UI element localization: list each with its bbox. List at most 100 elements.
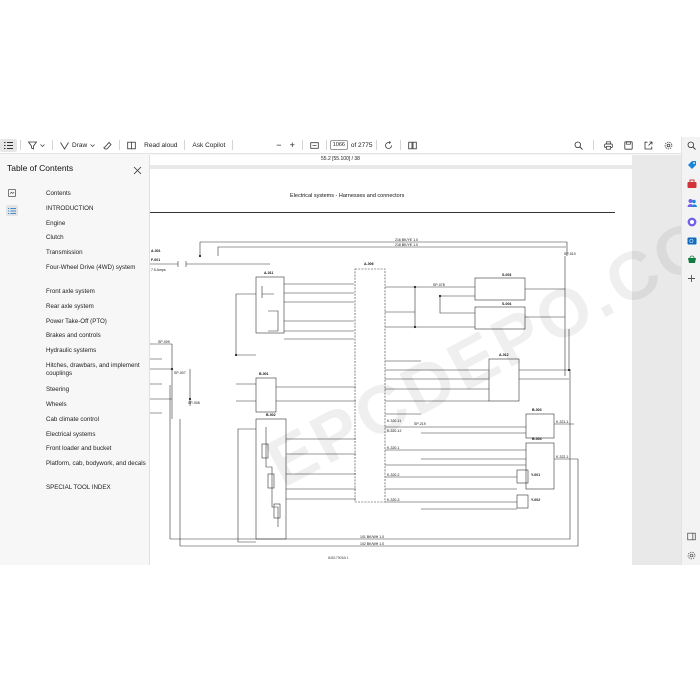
filter-button[interactable] (24, 139, 49, 152)
toc-title: Table of Contents (7, 163, 74, 173)
toolbar: Draw Read aloud Ask Copilot − + 1066 of … (0, 137, 681, 154)
read-aloud-label: Read aloud (144, 141, 178, 149)
splice-label: SP-007 (174, 371, 186, 375)
wire-label: 218 BK/YE 1.0 (395, 243, 418, 247)
toc-item[interactable]: INTRODUCTION (46, 205, 146, 213)
browser-sidebar: O (681, 137, 700, 565)
zoom-out-button[interactable]: − (272, 139, 285, 152)
toc-item[interactable]: Transmission (46, 249, 146, 257)
book-icon (127, 141, 136, 150)
fuse-rating: 7.5 Amps (151, 268, 166, 272)
toc-item[interactable]: Platform, cab, bodywork, and decals (46, 460, 146, 468)
previous-page-reference: 55.2 [55.100] / 38 (321, 156, 360, 162)
page-total: of 2775 (350, 141, 373, 149)
rotate-button[interactable] (380, 139, 397, 152)
people-icon[interactable] (686, 197, 697, 208)
toc-item[interactable]: SPECIAL TOOL INDEX (46, 484, 146, 492)
list-icon (8, 207, 16, 214)
page-number-input[interactable]: 1066 (329, 140, 348, 150)
component-label: A-006 (364, 262, 374, 266)
toc-item[interactable]: Wheels (46, 401, 146, 409)
fit-page-button[interactable] (306, 139, 323, 152)
toc-item[interactable]: Hydraulic systems (46, 347, 146, 355)
gear-icon[interactable] (686, 550, 697, 561)
toolbar-divider (593, 140, 594, 150)
gear-icon (664, 141, 673, 150)
toc-item[interactable]: Contents (46, 190, 146, 198)
print-button[interactable] (600, 139, 617, 152)
toc-item[interactable]: Engine (46, 220, 146, 228)
component-label: B-001 (259, 372, 269, 376)
ask-copilot-label: Ask Copilot (192, 141, 226, 149)
toolbar-divider (325, 140, 327, 150)
pen-icon (60, 141, 69, 150)
draw-label: Draw (72, 141, 88, 149)
copilot-icon[interactable] (686, 216, 697, 227)
plus-icon[interactable] (686, 273, 697, 284)
pin-label: K-322-1 (556, 455, 569, 459)
toolbar-divider (301, 140, 303, 150)
wire-label: 102 BK/WH 1.0 (360, 542, 385, 546)
ask-copilot-button[interactable]: Ask Copilot (188, 139, 229, 152)
component-label: A-001 (151, 249, 161, 253)
settings-button[interactable] (660, 139, 677, 152)
svg-text:O: O (689, 239, 694, 245)
thumbnails-tab[interactable] (6, 187, 18, 198)
previous-page-bottom: 55.2 [55.100] / 38 (150, 155, 632, 165)
toc-toggle-button[interactable] (0, 138, 17, 152)
toolbar-divider (20, 140, 21, 150)
toolbar-divider (399, 140, 401, 150)
zoom-in-button[interactable]: + (286, 139, 299, 152)
shopping-icon[interactable] (686, 254, 697, 265)
toc-item[interactable]: Electrical systems (46, 431, 146, 439)
share-button[interactable] (640, 139, 657, 152)
toc-item[interactable]: Hitches, drawbars, and implement couplin… (46, 362, 146, 378)
chevron-down-icon (40, 141, 45, 150)
component-label: B-002 (266, 413, 276, 417)
toc-item[interactable]: Front loader and bucket (46, 445, 146, 453)
toc-item[interactable]: Front axle system (46, 288, 146, 296)
document-viewport[interactable]: 55.2 [55.100] / 38 Electrical systems - … (150, 155, 681, 565)
wire-label: 101 BK/WH 1.0 (360, 535, 385, 539)
pin-label: K-320-3 (387, 498, 400, 502)
toolbox-icon[interactable] (686, 178, 697, 189)
two-page-icon (407, 141, 417, 150)
immersive-reader-button[interactable] (123, 139, 140, 152)
toc-item[interactable]: Brakes and controls (46, 332, 146, 340)
search-icon (574, 141, 583, 150)
splice-label: SP-009 (158, 340, 170, 344)
toc-item[interactable]: Power Take-Off (PTO) (46, 318, 146, 326)
search-icon[interactable] (686, 140, 697, 151)
component-label: F-001 (151, 258, 161, 262)
toolbar-divider (184, 140, 186, 150)
toc-item[interactable]: Steering (46, 386, 146, 394)
component-label: A-011 (264, 271, 274, 275)
close-icon[interactable] (133, 162, 142, 175)
read-aloud-button[interactable]: Read aloud (140, 139, 181, 152)
thumbnail-icon (8, 188, 16, 197)
fit-page-icon (310, 141, 319, 150)
zoom-out-label: − (276, 140, 282, 150)
tag-icon[interactable] (686, 159, 697, 170)
splice-label: SP-010 (564, 252, 576, 256)
toc-item[interactable]: Clutch (46, 234, 146, 242)
toc-tab[interactable] (6, 205, 18, 216)
toolbar-right (570, 139, 681, 152)
toc-item[interactable]: Cab climate control (46, 416, 146, 424)
component-label: S-003 (502, 273, 512, 277)
save-icon (624, 140, 633, 150)
toolbar-divider (375, 140, 377, 150)
search-button[interactable] (570, 139, 587, 152)
pdf-page: Electrical systems - Harnesses and conne… (150, 169, 681, 565)
erase-button[interactable] (99, 139, 116, 152)
splice-label: SP-078 (433, 283, 445, 287)
toc-panel: Table of Contents Contents INTRODUCTION En… (7, 155, 150, 565)
save-button[interactable] (620, 139, 637, 152)
page-view-button[interactable] (404, 139, 421, 152)
toc-item[interactable]: Rear axle system (46, 303, 146, 311)
draw-button[interactable]: Draw (56, 139, 99, 152)
toc-item[interactable]: Four-Wheel Drive (4WD) system (46, 264, 146, 272)
toolbar-divider (52, 140, 53, 150)
panel-toggle-icon[interactable] (686, 531, 697, 542)
outlook-icon[interactable]: O (686, 235, 697, 246)
